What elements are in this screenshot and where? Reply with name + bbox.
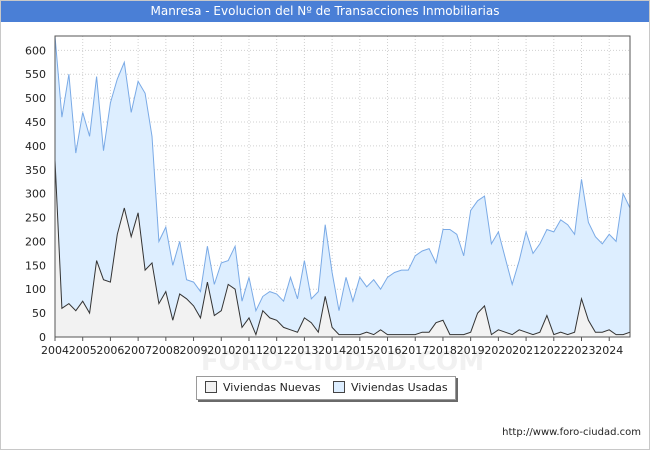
x-tick-label: 2010 (207, 344, 235, 357)
x-tick-label: 2017 (401, 344, 429, 357)
x-tick-label: 2008 (152, 344, 180, 357)
y-tick-label: 350 (25, 164, 46, 177)
x-tick-label: 2024 (595, 344, 623, 357)
y-tick-label: 600 (25, 44, 46, 57)
y-tick-label: 0 (39, 331, 46, 344)
x-tick-label: 2022 (540, 344, 568, 357)
x-tick-label: 2006 (96, 344, 124, 357)
y-tick-label: 150 (25, 259, 46, 272)
legend-item-nuevas: Viviendas Nuevas (205, 381, 321, 395)
legend: Viviendas Nuevas Viviendas Usadas (196, 376, 456, 400)
x-tick-label: 2009 (180, 344, 208, 357)
x-tick-label: 2015 (346, 344, 374, 357)
x-tick-label: 2007 (124, 344, 152, 357)
y-tick-label: 200 (25, 235, 46, 248)
x-tick-label: 2016 (374, 344, 402, 357)
legend-item-usadas: Viviendas Usadas (333, 381, 448, 395)
legend-label-usadas: Viviendas Usadas (351, 381, 448, 394)
footer-url[interactable]: http://www.foro-ciudad.com (502, 427, 641, 438)
y-tick-label: 400 (25, 140, 46, 153)
x-tick-label: 2012 (263, 344, 291, 357)
x-tick-label: 2020 (484, 344, 512, 357)
x-tick-label: 2005 (69, 344, 97, 357)
y-tick-label: 250 (25, 212, 46, 225)
y-tick-label: 500 (25, 92, 46, 105)
x-tick-label: 2021 (512, 344, 540, 357)
x-tick-label: 2011 (235, 344, 263, 357)
x-tick-label: 2018 (429, 344, 457, 357)
x-tick-label: 2013 (290, 344, 318, 357)
y-tick-label: 450 (25, 116, 46, 129)
y-tick-label: 100 (25, 283, 46, 296)
y-tick-label: 300 (25, 188, 46, 201)
legend-swatch-nuevas (205, 381, 217, 393)
x-tick-label: 2019 (457, 344, 485, 357)
legend-label-nuevas: Viviendas Nuevas (223, 381, 321, 394)
legend-swatch-usadas (333, 381, 345, 393)
x-tick-label: 2014 (318, 344, 346, 357)
x-tick-label: 2004 (41, 344, 69, 357)
y-tick-label: 50 (32, 307, 46, 320)
y-tick-label: 550 (25, 68, 46, 81)
x-tick-label: 2023 (568, 344, 596, 357)
